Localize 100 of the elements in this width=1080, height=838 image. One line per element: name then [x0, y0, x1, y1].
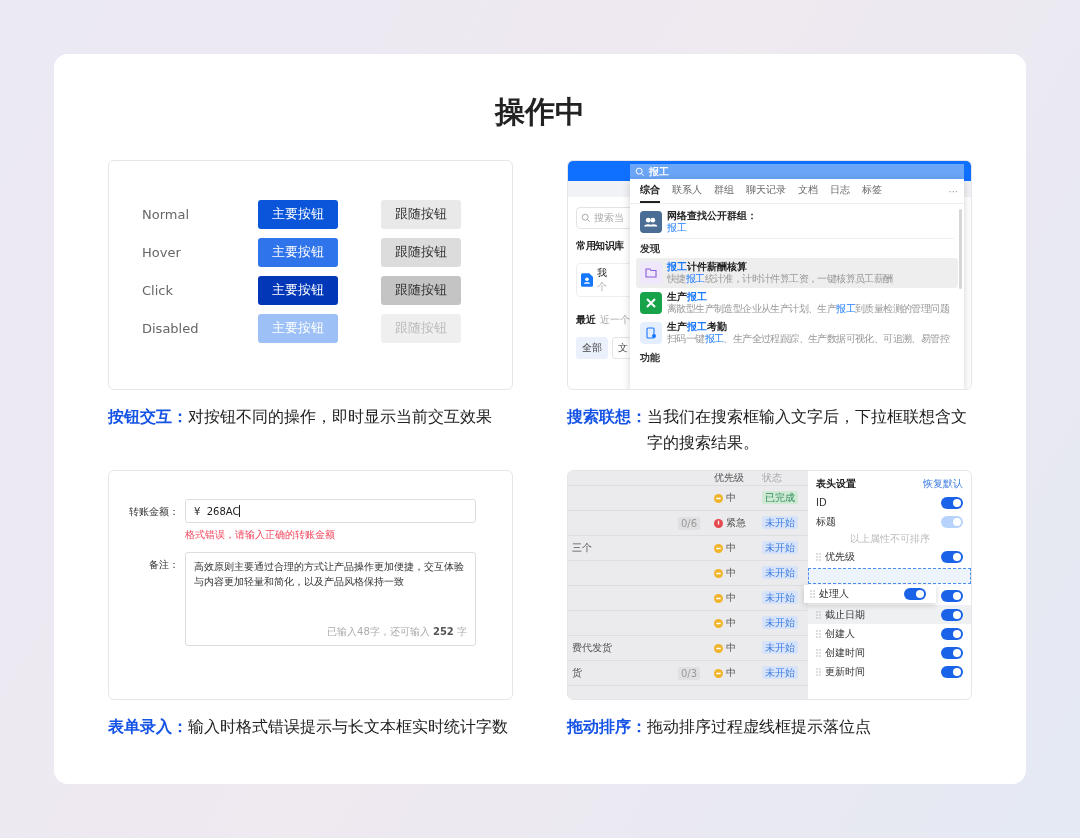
status-tag: 未开始: [762, 516, 798, 529]
toggle-switch[interactable]: [941, 608, 963, 621]
dragged-row-card[interactable]: 处理人: [804, 585, 936, 603]
priority-icon: [714, 593, 723, 603]
drag-handle-icon[interactable]: [816, 552, 821, 561]
priority-icon: [714, 618, 723, 628]
tab[interactable]: 群组: [714, 179, 734, 203]
priority-icon: [714, 493, 723, 503]
toggle-switch[interactable]: [941, 665, 963, 678]
drag-handle-icon[interactable]: [816, 648, 821, 657]
section-heading: 发现: [640, 242, 661, 256]
suggestion-item[interactable]: 生产报工 离散型生产制造型企业从生产计划、生产报工到质量检测的管理问题: [636, 288, 958, 318]
column-name: 创建时间: [825, 645, 866, 660]
subtask-count: 0/3: [678, 666, 701, 680]
priority-icon: [714, 543, 723, 553]
error-message: 格式错误，请输入正确的转账金额: [185, 528, 336, 542]
priority-label: 中: [726, 541, 736, 555]
toggle-switch[interactable]: [904, 588, 926, 600]
status-tag: 未开始: [762, 666, 798, 679]
column-name: 标题: [816, 514, 837, 529]
field-label: 转账金额：: [129, 505, 179, 519]
drag-handle-icon[interactable]: [816, 667, 821, 676]
state-label: Click: [142, 282, 174, 298]
scrollbar-thumb[interactable]: [959, 209, 962, 289]
toggle-switch[interactable]: [941, 496, 963, 509]
priority-label: 中: [726, 591, 736, 605]
primary-button[interactable]: 主要按钮: [258, 199, 338, 229]
status-tag: 已完成: [762, 491, 798, 504]
task-title: 三个: [572, 542, 592, 553]
state-label: Disabled: [142, 320, 200, 336]
caption-label: 按钮交互：: [108, 406, 188, 428]
caption-text: 输入时格式错误提示与长文本框实时统计字数: [188, 716, 509, 738]
secondary-button[interactable]: 跟随按钮: [381, 199, 461, 229]
suggestion-item[interactable]: 生产报工考勤 扫码一键报工、生产全过程跟踪、生产数据可视化、可追溯、易管控: [636, 318, 958, 348]
toggle-switch[interactable]: [941, 589, 963, 602]
toggle-switch[interactable]: [941, 627, 963, 640]
drag-handle-icon[interactable]: [810, 590, 815, 598]
column-name: ID: [816, 497, 828, 508]
tab[interactable]: 聊天记录: [746, 179, 786, 203]
card-title: 我: [597, 266, 607, 280]
amount-field[interactable]: ¥ 268AC: [185, 499, 476, 523]
state-label: Normal: [142, 206, 191, 222]
group-search-row[interactable]: 网络查找公开群组： 报工: [640, 208, 954, 239]
document-icon: [581, 273, 593, 287]
tab[interactable]: 联系人: [672, 179, 702, 203]
tab[interactable]: 文档: [798, 179, 818, 203]
column-name: 更新时间: [825, 664, 866, 679]
secondary-button[interactable]: 跟随按钮: [381, 237, 461, 267]
search-icon: [581, 213, 591, 223]
task-title: 费代发货: [572, 642, 612, 653]
column-name: 优先级: [825, 549, 856, 564]
column-name: 创建人: [825, 626, 856, 641]
status-tag: 未开始: [762, 591, 798, 604]
priority-label: 中: [726, 666, 736, 680]
tab[interactable]: 日志: [830, 179, 850, 203]
section-title: 最近: [576, 313, 596, 327]
caption-label: 搜索联想：: [567, 406, 647, 428]
caption-label: 拖动排序：: [567, 716, 647, 738]
subtask-count: 0/6: [678, 516, 701, 530]
primary-button[interactable]: 主要按钮: [258, 275, 338, 305]
status-tag: 未开始: [762, 566, 798, 579]
column-name: 处理人: [819, 587, 850, 601]
priority-icon: [714, 518, 723, 528]
app-icon: [640, 262, 662, 284]
text-cursor: [239, 505, 241, 517]
caption-text: 拖动排序过程虚线框提示落位点: [647, 716, 872, 738]
caption-label: 表单录入：: [108, 716, 188, 738]
primary-button[interactable]: 主要按钮: [258, 237, 338, 267]
filter-chip[interactable]: 全部: [576, 337, 608, 359]
section-heading: 功能: [640, 351, 661, 365]
page-title: 操作中: [493, 93, 586, 131]
drag-handle-icon[interactable]: [816, 629, 821, 638]
column-name: 截止日期: [825, 607, 866, 622]
priority-label: 紧急: [726, 516, 746, 530]
priority-icon: [714, 643, 723, 653]
note-textarea[interactable]: 高效原则主要通过合理的方式让产品操作更加便捷，交互体验与内容更加轻量和简化，以及产品风格保持一致 已输入48字，还可输入 252 字: [185, 552, 476, 646]
column-header: 优先级: [714, 471, 745, 485]
priority-label: 中: [726, 491, 736, 505]
caption-text: 对按钮不同的操作，即时显示当前交互效果: [188, 406, 493, 428]
search-icon: [635, 166, 645, 177]
priority-label: 中: [726, 641, 736, 655]
priority-label: 中: [726, 616, 736, 630]
app-icon: [640, 292, 662, 314]
panel-title: 表头设置: [816, 476, 856, 491]
drag-handle-icon[interactable]: [816, 610, 821, 619]
toggle-switch[interactable]: [941, 550, 963, 563]
priority-icon: [714, 568, 723, 578]
secondary-button[interactable]: 跟随按钮: [381, 275, 461, 305]
toggle-switch[interactable]: [941, 646, 963, 659]
card-subtitle: 个: [597, 280, 607, 294]
group-icon: [640, 211, 662, 233]
tab[interactable]: 综合: [640, 179, 660, 203]
caption-text: 当我们在搜索框输入文字后，下拉框联想含文字的搜索结果。: [647, 406, 968, 454]
task-title: 货: [572, 667, 582, 678]
reset-link[interactable]: 恢复默认: [923, 476, 963, 491]
priority-icon: [714, 668, 723, 678]
tab[interactable]: 标签: [862, 179, 882, 203]
priority-label: 中: [726, 566, 736, 580]
status-tag: 未开始: [762, 541, 798, 554]
app-icon: [640, 322, 662, 344]
